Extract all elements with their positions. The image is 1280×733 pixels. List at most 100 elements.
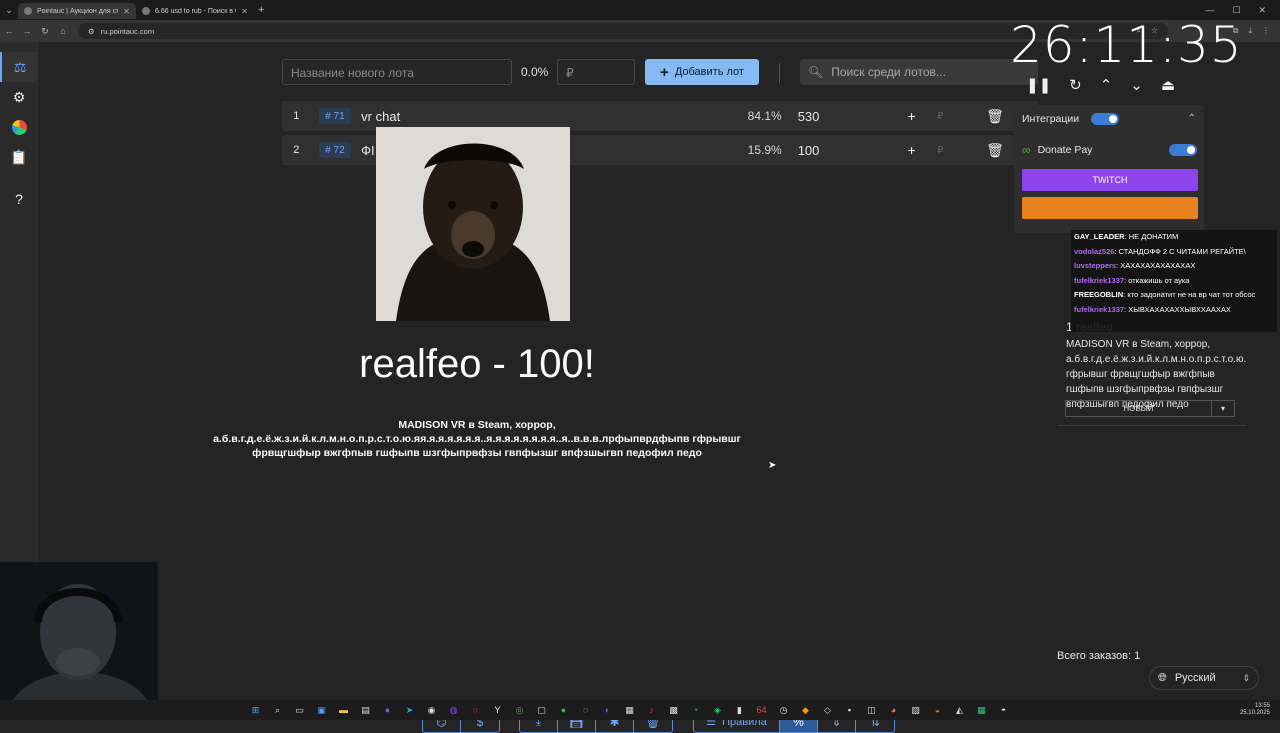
integrations-toggle[interactable]: [1091, 113, 1120, 125]
add-amount-icon[interactable]: +: [897, 108, 926, 124]
app-icon[interactable]: ▢: [534, 704, 549, 717]
url-field[interactable]: ⚙ ru.pointauc.com ⌕ ☆: [78, 23, 1168, 39]
start-menu-icon[interactable]: ⊞: [248, 704, 263, 717]
lot-id-badge[interactable]: # 72: [318, 142, 352, 158]
lot-name[interactable]: vr chat: [361, 109, 724, 124]
plus-icon: +: [660, 63, 669, 81]
close-window-icon[interactable]: ✕: [1258, 5, 1266, 16]
spotify-icon[interactable]: ●: [556, 704, 571, 717]
steam-icon[interactable]: ◉: [424, 704, 439, 717]
chat-user: fufelkriek1337: [1074, 275, 1125, 285]
chevron-down-icon[interactable]: ⌄: [1130, 76, 1143, 94]
app-icon[interactable]: ▪: [842, 704, 857, 717]
app-icon[interactable]: ◌: [578, 704, 593, 717]
app-icon[interactable]: ◒: [930, 704, 945, 717]
app-icon[interactable]: ◇: [820, 704, 835, 717]
chat-text: откажишь от аука: [1128, 275, 1190, 285]
telegram-icon[interactable]: ➤: [402, 704, 417, 717]
minecraft-icon[interactable]: ▦: [974, 704, 989, 717]
app-icon[interactable]: ◫: [864, 704, 879, 717]
search-icon[interactable]: ⌕: [270, 704, 285, 717]
terminal-icon[interactable]: ▮: [732, 704, 747, 717]
lot-search-input[interactable]: 🔍︎ Поиск среди лотов...: [800, 59, 1038, 85]
close-tab-icon[interactable]: ✕: [123, 7, 130, 16]
tab-title: Pointauc | Аукцион для стрима: [37, 7, 119, 15]
sidebar-item-help[interactable]: ?: [0, 184, 38, 214]
sidebar-item-history[interactable]: 📋: [0, 142, 38, 172]
reload-icon[interactable]: ↻: [36, 26, 54, 37]
add-lot-button[interactable]: + Добавить лот: [645, 59, 759, 85]
app-icon[interactable]: ◆: [798, 704, 813, 717]
file-explorer-icon[interactable]: ▬: [336, 704, 351, 717]
reset-icon[interactable]: ↻: [1069, 76, 1082, 94]
opera-icon[interactable]: ○: [468, 704, 483, 717]
back-icon[interactable]: ←: [0, 26, 18, 36]
task-view-icon[interactable]: ▭: [292, 704, 307, 717]
donate-pay-toggle[interactable]: [1169, 144, 1197, 156]
app-64-icon[interactable]: 64: [754, 704, 769, 717]
yandex-icon[interactable]: Y: [490, 704, 505, 717]
app-icon[interactable]: ▧: [908, 704, 923, 717]
browser-tab-pointauc[interactable]: Pointauc | Аукцион для стрима ✕: [18, 3, 136, 19]
photos-icon[interactable]: ▣: [314, 704, 329, 717]
dropdown-caret-icon[interactable]: ▾: [1212, 401, 1234, 416]
obs-icon[interactable]: ●: [380, 704, 395, 717]
language-select[interactable]: 🌐︎ Русский ⇕: [1149, 666, 1259, 690]
chevron-up-icon[interactable]: ⌃: [1100, 76, 1113, 94]
new-lot-price-input[interactable]: ₽: [557, 59, 635, 85]
firefox-icon[interactable]: ◕: [886, 704, 901, 717]
sidebar-item-wheel[interactable]: [0, 112, 38, 142]
terminal-icon[interactable]: ▤: [358, 704, 373, 717]
app-icon[interactable]: ◓: [996, 704, 1011, 717]
webcam-overlay: [0, 562, 158, 720]
app-icon[interactable]: ▦: [622, 704, 637, 717]
integrations-header: Интеграции: [1022, 113, 1120, 125]
tab-menu-icon[interactable]: ⌄: [0, 5, 18, 16]
site-info-icon[interactable]: ⚙: [88, 27, 95, 36]
add-amount-icon[interactable]: +: [897, 142, 926, 158]
eject-icon[interactable]: ⏏: [1161, 76, 1175, 94]
lot-amount[interactable]: 100: [782, 143, 850, 158]
close-tab-icon[interactable]: ✕: [241, 7, 248, 16]
auction-timer: 26:11:35: [1010, 16, 1243, 74]
delete-lot-icon[interactable]: 🗑︎: [981, 142, 1010, 159]
donate-pay-row: ∞ Donate Pay: [1022, 143, 1197, 157]
minimize-icon[interactable]: —: [1205, 5, 1214, 16]
sidebar-item-auction[interactable]: ⚖: [0, 52, 38, 82]
chrome-icon[interactable]: ◎: [512, 704, 527, 717]
chat-text: ХАХАХАХАХАХАХАХ: [1120, 261, 1196, 271]
app-icon[interactable]: ▩: [666, 704, 681, 717]
whatsapp-icon[interactable]: ◔: [688, 704, 703, 717]
home-icon[interactable]: ⌂: [54, 26, 72, 36]
music-icon[interactable]: ♪: [644, 704, 659, 717]
ruble-icon[interactable]: ₽: [926, 145, 955, 156]
app-icon[interactable]: ◭: [952, 704, 967, 717]
new-tab-icon[interactable]: +: [258, 4, 264, 16]
chat-message: luvsteppers: ХАХАХАХАХАХАХАХ: [1074, 261, 1196, 271]
chevron-up-icon[interactable]: ⌃: [1188, 113, 1196, 124]
lot-amount[interactable]: 530: [782, 109, 850, 124]
new-lot-input[interactable]: Название нового лота: [282, 59, 512, 85]
forward-icon[interactable]: →: [18, 26, 36, 36]
sidebar-item-settings[interactable]: ⚙: [0, 82, 38, 112]
taskbar-clock[interactable]: 13:55 25.10.2025: [1240, 703, 1280, 717]
delete-lot-icon[interactable]: 🗑︎: [981, 108, 1010, 125]
download-icon[interactable]: ⤓: [1248, 26, 1252, 36]
browser-tab-google[interactable]: 6.66 usd to rub - Поиск в Google ✕: [136, 3, 254, 19]
lot-id-badge[interactable]: # 71: [318, 108, 352, 124]
os-taskbar: ⊞ ⌕ ▭ ▣ ▬ ▤ ● ➤ ◉ ◍ ○ Y ◎ ▢ ● ◌ ◐ ▦ ♪ ▩ …: [0, 700, 1280, 720]
ruble-icon[interactable]: ₽: [926, 111, 955, 122]
discord-icon[interactable]: ◐: [600, 704, 615, 717]
order-status-select[interactable]: НОВЫЙ ▾: [1065, 400, 1235, 417]
donation-service-button[interactable]: [1022, 197, 1198, 219]
pause-icon[interactable]: ❚❚: [1026, 76, 1051, 94]
winner-image: [376, 127, 570, 321]
window-controls: — ☐ ✕: [1205, 5, 1280, 16]
app-icon[interactable]: ◈: [710, 704, 725, 717]
menu-dots-icon[interactable]: ⋮: [1262, 26, 1270, 36]
search-icon: 🔍︎: [808, 65, 824, 79]
twitch-icon[interactable]: ◍: [446, 704, 461, 717]
maximize-icon[interactable]: ☐: [1232, 5, 1240, 16]
app-icon[interactable]: ◷: [776, 704, 791, 717]
twitch-connect-button[interactable]: TWITCH: [1022, 169, 1198, 191]
